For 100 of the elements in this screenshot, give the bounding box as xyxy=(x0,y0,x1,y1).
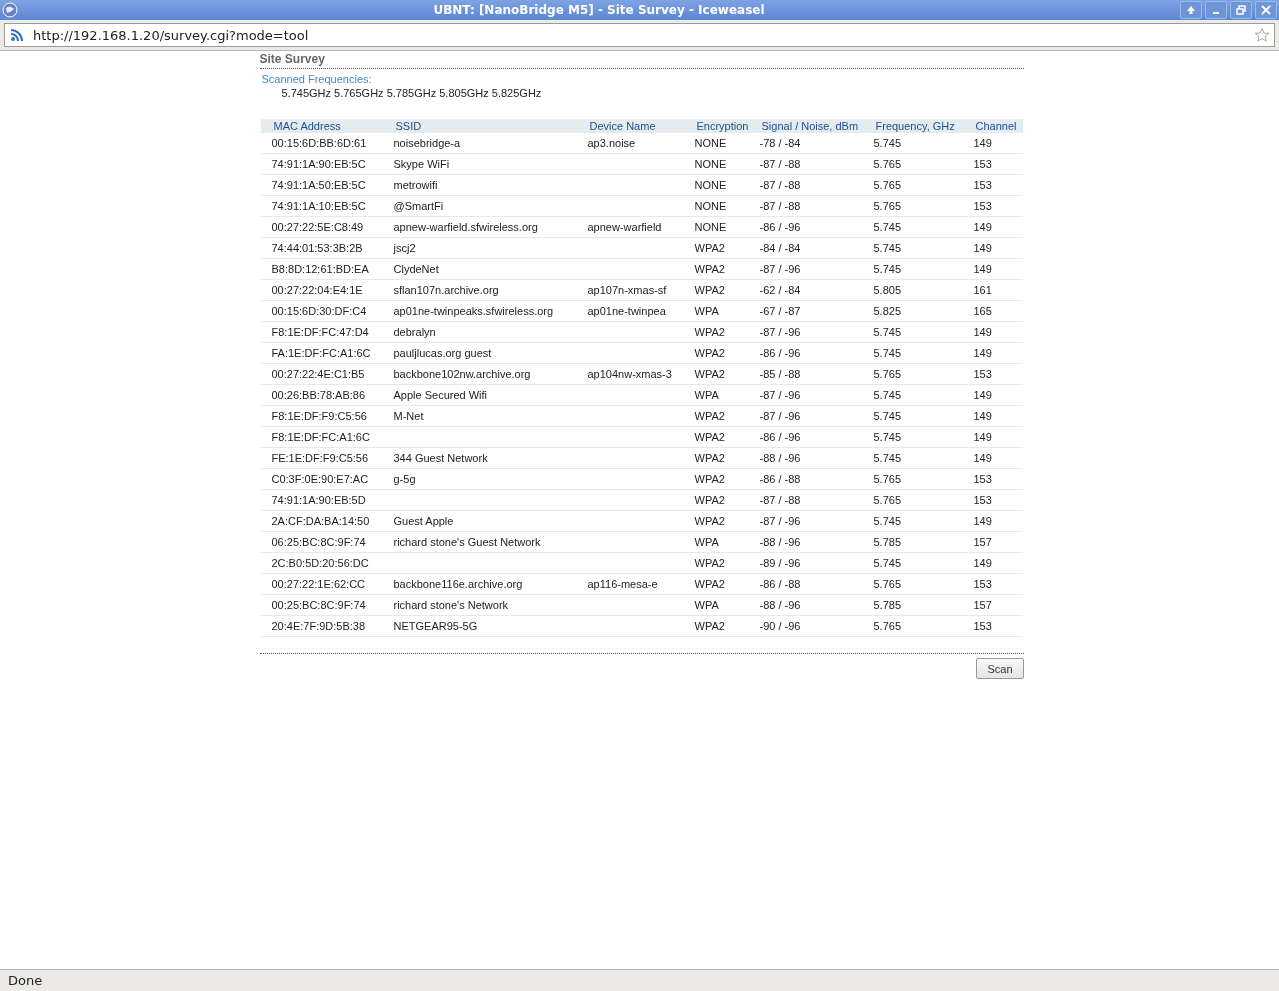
close-icon[interactable] xyxy=(1255,1,1277,19)
table-cell: 5.765 xyxy=(873,200,902,212)
table-cell: apnew-warfield xyxy=(587,221,662,233)
table-cell: NONE xyxy=(694,200,727,212)
table-cell: WPA2 xyxy=(694,368,725,380)
table-cell: FA:1E:DF:FC:A1:6C xyxy=(271,347,371,359)
table-cell: g-5g xyxy=(393,473,416,485)
table-cell: WPA2 xyxy=(694,410,725,422)
table-cell: -78 / -84 xyxy=(759,137,801,149)
table-cell: 5.765 xyxy=(873,368,902,380)
table-cell: 165 xyxy=(973,305,992,317)
star-icon[interactable] xyxy=(1254,27,1270,43)
table-cell: 5.745 xyxy=(873,452,902,464)
table-cell: -89 / -96 xyxy=(759,557,801,569)
table-cell: NONE xyxy=(694,158,727,170)
table-cell: 74:91:1A:10:EB:5C xyxy=(271,200,366,212)
table-cell: 153 xyxy=(973,578,992,590)
table-cell: 5.745 xyxy=(873,431,902,443)
table-cell: 5.745 xyxy=(873,263,902,275)
table-cell: F8:1E:DF:FC:47:D4 xyxy=(271,326,369,338)
table-cell: 153 xyxy=(973,473,992,485)
table-cell: -87 / -88 xyxy=(759,494,801,506)
table-cell: NONE xyxy=(694,179,727,191)
address-field[interactable]: http://192.168.1.20/survey.cgi?mode=tool xyxy=(4,23,1275,47)
table-cell: 5.745 xyxy=(873,515,902,527)
table-cell: sflan107n.archive.org xyxy=(393,284,499,296)
table-cell: richard stone's Guest Network xyxy=(393,536,541,548)
table-cell: 153 xyxy=(973,158,992,170)
table-cell: backbone116e.archive.org xyxy=(393,578,523,590)
table-cell: WPA2 xyxy=(694,452,725,464)
table-cell: -87 / -88 xyxy=(759,158,801,170)
table-cell: -67 / -87 xyxy=(759,305,801,317)
table-cell: 153 xyxy=(973,494,992,506)
table-cell: Guest Apple xyxy=(393,515,454,527)
table-cell: 153 xyxy=(973,179,992,191)
table-cell: -86 / -96 xyxy=(759,221,801,233)
table-cell: WPA2 xyxy=(694,347,725,359)
table-cell: 5.745 xyxy=(873,389,902,401)
table-cell: 153 xyxy=(973,620,992,632)
scan-button[interactable]: Scan xyxy=(976,658,1024,679)
table-cell: 149 xyxy=(973,452,992,464)
table-cell: -62 / -84 xyxy=(759,284,801,296)
table-cell: WPA xyxy=(694,599,719,611)
table-cell: Skype WiFi xyxy=(393,158,450,170)
table-cell: -85 / -88 xyxy=(759,368,801,380)
table-cell: 06:25:BC:8C:9F:74 xyxy=(271,536,366,548)
table-cell: pauljlucas.org guest xyxy=(393,347,492,359)
column-header: Device Name xyxy=(589,120,656,132)
feed-icon xyxy=(9,27,25,43)
table-cell: NONE xyxy=(694,221,727,233)
table-cell: richard stone's Network xyxy=(393,599,509,611)
table-cell: B8:8D:12:61:BD:EA xyxy=(271,263,369,275)
table-cell: -84 / -84 xyxy=(759,242,801,254)
table-cell: C0:3F:0E:90:E7:AC xyxy=(271,473,369,485)
table-cell: -87 / -96 xyxy=(759,263,801,275)
table-cell: -87 / -96 xyxy=(759,389,801,401)
table-cell: WPA2 xyxy=(694,263,725,275)
table-cell: 5.765 xyxy=(873,179,902,191)
table-cell: -87 / -88 xyxy=(759,200,801,212)
table-cell: 161 xyxy=(973,284,992,296)
table-cell: WPA2 xyxy=(694,473,725,485)
table-cell: WPA2 xyxy=(694,557,725,569)
restore-icon[interactable] xyxy=(1230,1,1252,19)
table-cell: ap116-mesa-e xyxy=(587,578,658,590)
table-cell: 74:91:1A:50:EB:5C xyxy=(271,179,366,191)
table-cell: 00:25:BC:8C:9F:74 xyxy=(271,599,366,611)
table-cell: 00:27:22:04:E4:1E xyxy=(271,284,363,296)
table-cell: -86 / -96 xyxy=(759,347,801,359)
minimize-icon[interactable] xyxy=(1205,1,1227,19)
table-cell: -87 / -96 xyxy=(759,326,801,338)
table-cell: 20:4E:7F:9D:5B:38 xyxy=(271,620,366,632)
table-cell: 149 xyxy=(973,410,992,422)
table-cell: 74:91:1A:90:EB:5C xyxy=(271,158,366,170)
table-cell: 149 xyxy=(973,347,992,359)
column-header: Signal / Noise, dBm xyxy=(761,120,859,132)
table-cell: 153 xyxy=(973,200,992,212)
globe-icon xyxy=(2,2,18,18)
table-cell: jscj2 xyxy=(393,242,416,254)
table-cell: 153 xyxy=(973,368,992,380)
table-cell: WPA xyxy=(694,536,719,548)
table-cell: -87 / -96 xyxy=(759,515,801,527)
table-cell: 5.765 xyxy=(873,494,902,506)
table-cell: 149 xyxy=(973,263,992,275)
table-cell: 157 xyxy=(973,599,992,611)
table-cell: FE:1E:DF:F9:C5:56 xyxy=(271,452,369,464)
table-cell: 157 xyxy=(973,536,992,548)
table-cell: NETGEAR95-5G xyxy=(393,620,478,632)
table-cell: backbone102nw.archive.org xyxy=(393,368,531,380)
column-header: MAC Address xyxy=(273,120,341,132)
table-cell: 5.745 xyxy=(873,557,902,569)
table-cell: WPA2 xyxy=(694,242,725,254)
frequency-list: 5.745GHz 5.765GHz 5.785GHz 5.805GHz 5.825GHz xyxy=(281,87,1024,99)
table-cell: 149 xyxy=(973,326,992,338)
table-cell: 00:27:22:4E:C1:B5 xyxy=(271,368,365,380)
table-cell: 74:91:1A:90:EB:5D xyxy=(271,494,366,506)
table-cell: Apple Secured Wifi xyxy=(393,389,488,401)
table-cell: 00:27:22:1E:62:CC xyxy=(271,578,366,590)
table-cell: WPA2 xyxy=(694,326,725,338)
table-cell: WPA2 xyxy=(694,494,725,506)
table-cell: -86 / -96 xyxy=(759,431,801,443)
